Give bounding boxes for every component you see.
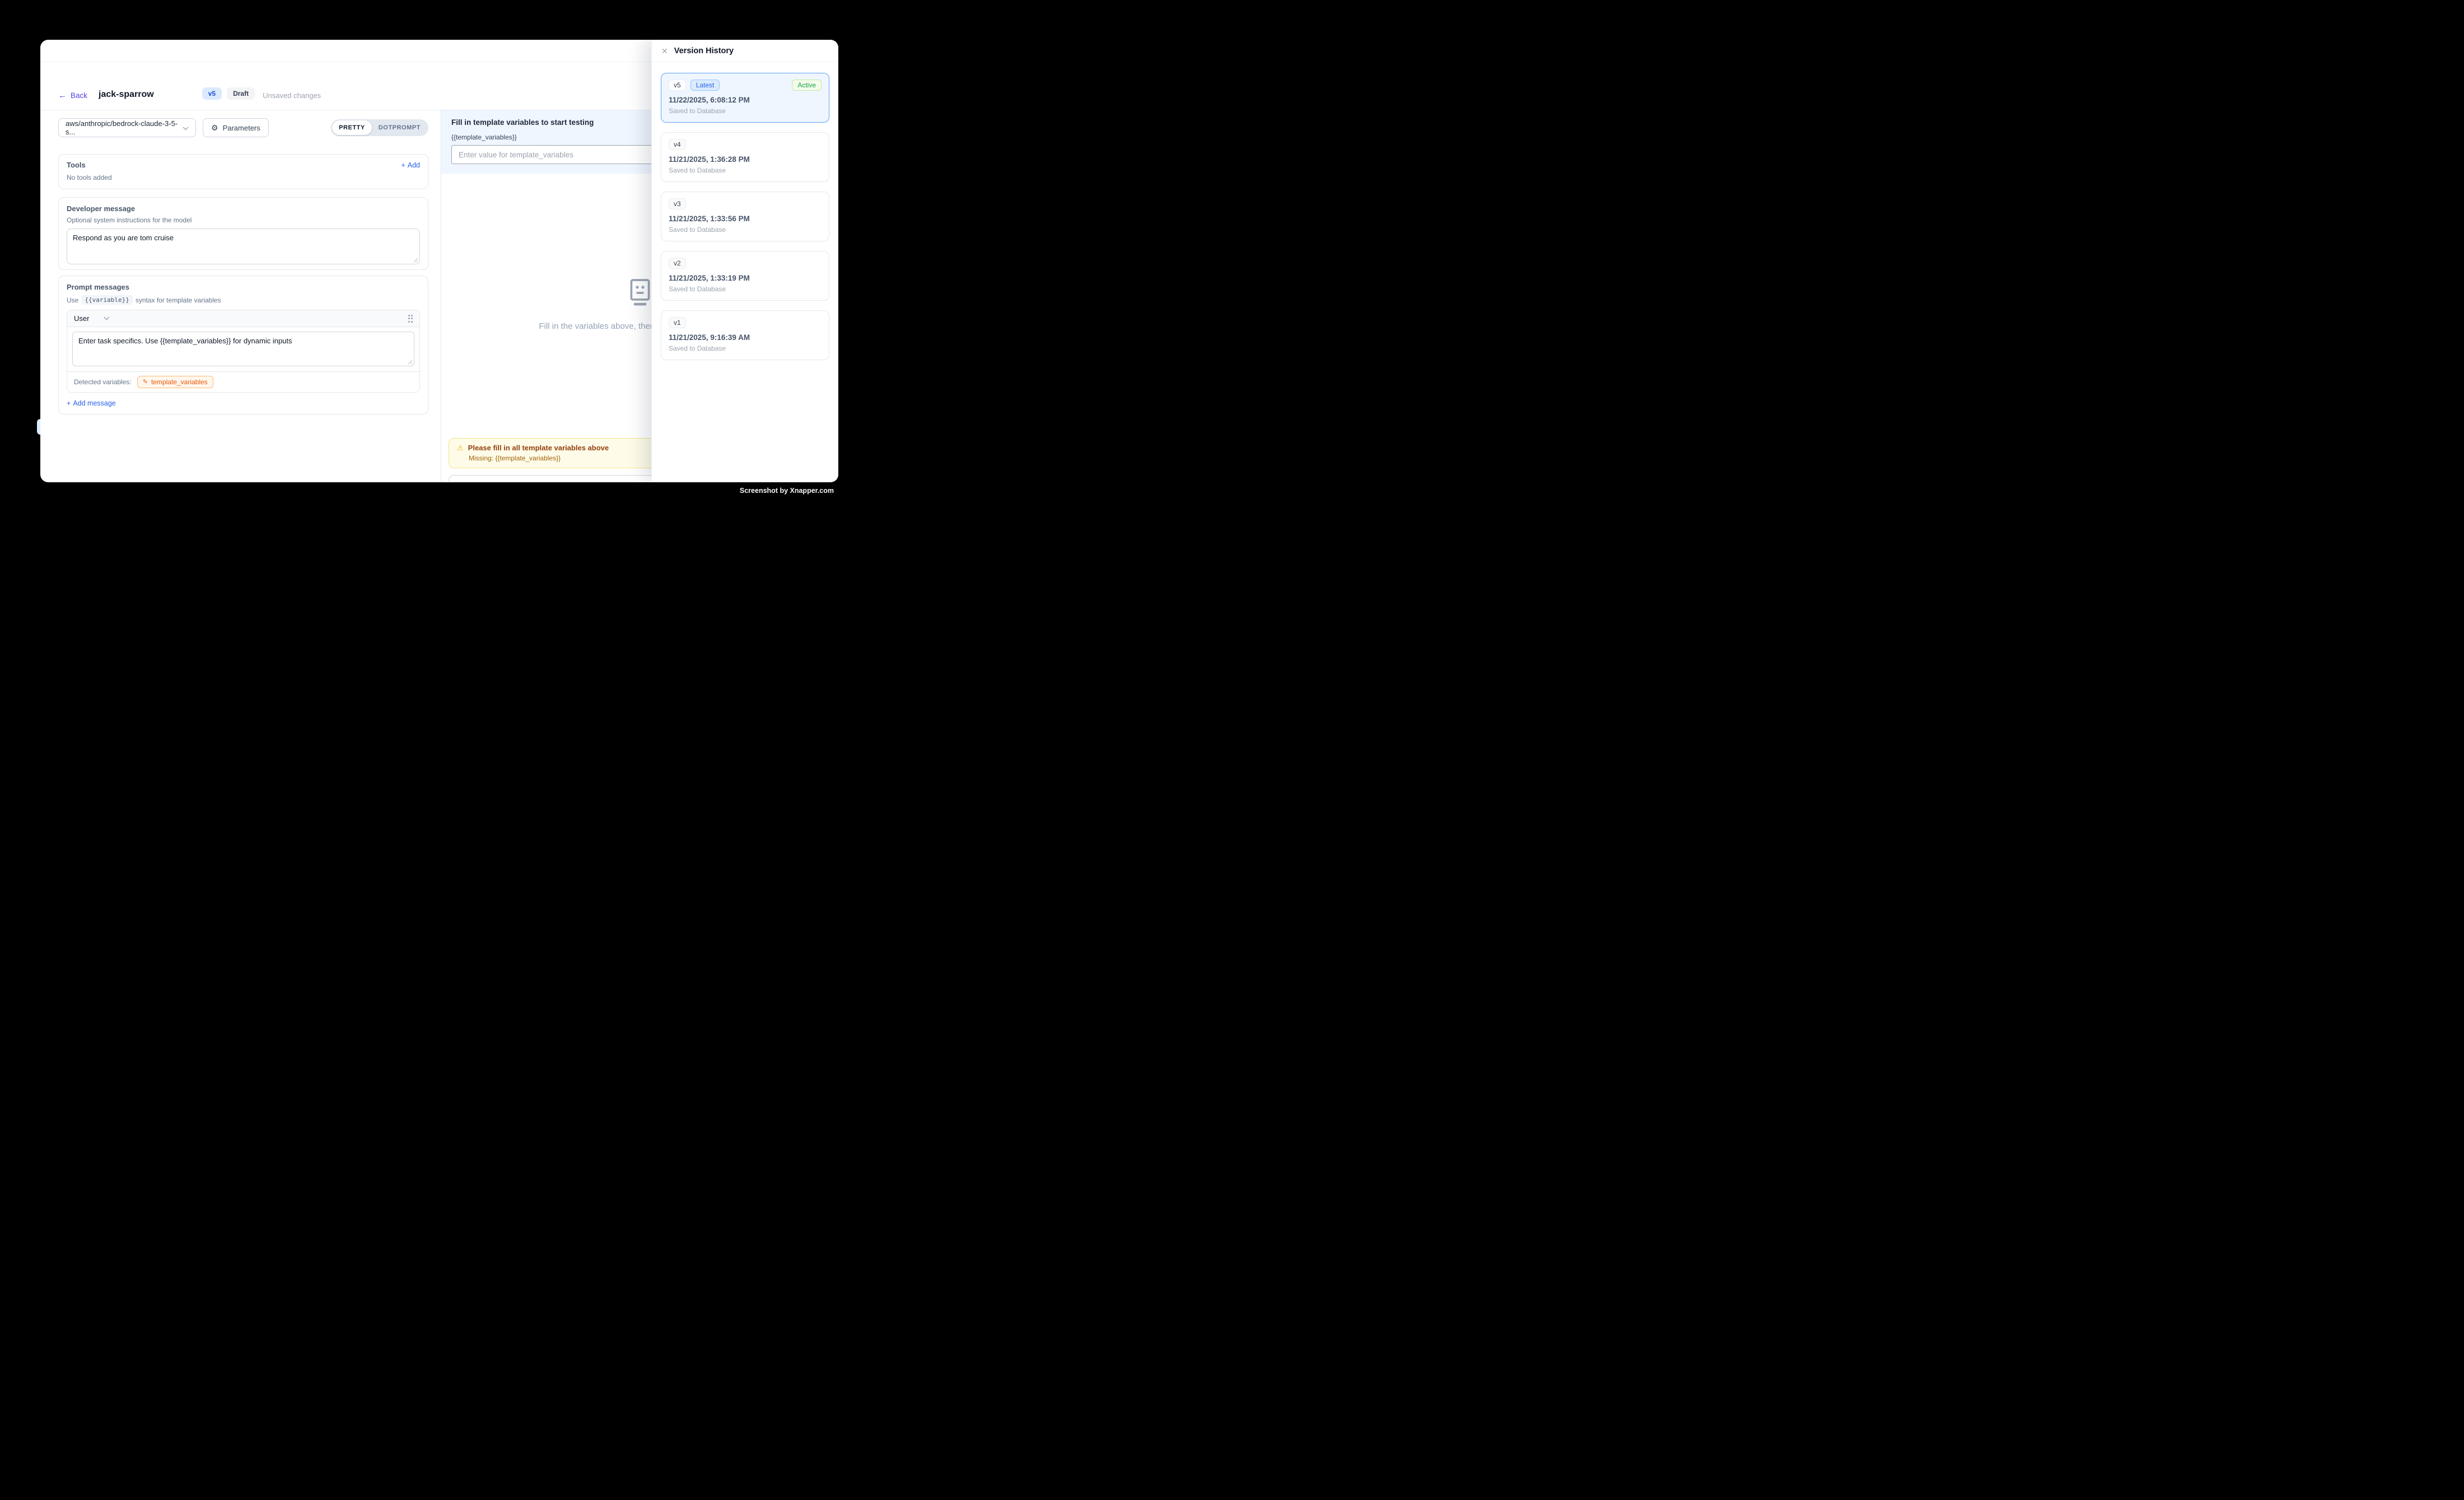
version-id-badge: v1 xyxy=(669,317,686,328)
add-message-button[interactable]: + Add message xyxy=(67,399,420,407)
page-title: jack-sparrow xyxy=(99,90,154,100)
version-id-badge: v3 xyxy=(669,198,686,209)
pencil-icon: ✎ xyxy=(143,379,148,385)
version-card-v2[interactable]: v2 11/21/2025, 1:33:19 PM Saved to Datab… xyxy=(661,251,829,301)
version-timestamp: 11/21/2025, 1:33:19 PM xyxy=(669,274,822,282)
toggle-dotprompt[interactable]: DOTPROMPT xyxy=(372,120,427,135)
detected-variables-label: Detected variables: xyxy=(74,378,132,386)
model-select[interactable]: aws/anthropic/bedrock-claude-3-5-s... xyxy=(58,118,196,137)
model-select-value: aws/anthropic/bedrock-claude-3-5-s... xyxy=(66,119,183,136)
add-tool-label: Add xyxy=(408,161,420,169)
version-id-badge: v5 xyxy=(669,80,686,91)
prompt-messages-title: Prompt messages xyxy=(67,283,420,291)
close-icon[interactable]: ✕ xyxy=(661,47,668,55)
developer-message-subtitle: Optional system instructions for the mod… xyxy=(67,216,420,224)
back-label: Back xyxy=(71,91,87,100)
version-source: Saved to Database xyxy=(669,166,822,174)
parameters-label: Parameters xyxy=(223,124,260,132)
version-badge: v5 xyxy=(202,87,222,100)
version-id-badge: v2 xyxy=(669,258,686,269)
developer-message-section: Developer message Optional system instru… xyxy=(58,197,428,270)
version-timestamp: 11/21/2025, 1:36:28 PM xyxy=(669,155,822,164)
message-input[interactable]: Enter task specifics. Use {{template_var… xyxy=(72,332,414,366)
role-select-value[interactable]: User xyxy=(74,314,89,323)
arrow-left-icon: ← xyxy=(58,91,67,100)
chevron-down-icon xyxy=(183,124,189,132)
plus-icon: + xyxy=(67,399,71,407)
back-button[interactable]: ← Back xyxy=(58,91,87,100)
warning-icon: ⚠ xyxy=(457,444,464,451)
template-syntax-hint: Use {{variable}} syntax for template var… xyxy=(67,295,420,305)
app-window: ← Back jack-sparrow v5 Draft Unsaved cha… xyxy=(40,40,838,482)
active-badge: Active xyxy=(792,80,822,91)
version-id-badge: v4 xyxy=(669,139,686,150)
parameters-button[interactable]: ⚙ Parameters xyxy=(203,118,269,137)
version-history-drawer: ✕ Version History v5 Latest Active 11/22… xyxy=(651,40,838,482)
version-history-title: Version History xyxy=(674,46,734,55)
watermark-text: Screenshot by Xnapper.com xyxy=(740,487,834,495)
version-source: Saved to Database xyxy=(669,285,822,293)
developer-message-title: Developer message xyxy=(67,204,420,213)
version-timestamp: 11/21/2025, 9:16:39 AM xyxy=(669,333,822,342)
warning-title: Please fill in all template variables ab… xyxy=(468,444,609,452)
version-timestamp: 11/22/2025, 6:08:12 PM xyxy=(669,96,822,104)
plus-icon: + xyxy=(401,161,405,169)
version-timestamp: 11/21/2025, 1:33:56 PM xyxy=(669,215,822,223)
variable-code-chip: {{variable}} xyxy=(81,295,132,305)
prompt-editor-pane: aws/anthropic/bedrock-claude-3-5-s... ⚙ … xyxy=(40,110,441,482)
prompt-messages-section: Prompt messages Use {{variable}} syntax … xyxy=(58,276,428,414)
add-tool-button[interactable]: + Add xyxy=(401,161,420,169)
version-history-header: ✕ Version History xyxy=(652,40,838,62)
gear-icon: ⚙ xyxy=(211,124,218,132)
version-card-v5[interactable]: v5 Latest Active 11/22/2025, 6:08:12 PM … xyxy=(661,73,829,123)
version-source: Saved to Database xyxy=(669,226,822,234)
draft-badge: Draft xyxy=(227,87,255,100)
hint-prefix: Use xyxy=(67,296,78,304)
version-source: Saved to Database xyxy=(669,107,822,115)
version-list: v5 Latest Active 11/22/2025, 6:08:12 PM … xyxy=(652,62,838,371)
version-source: Saved to Database xyxy=(669,344,822,352)
message-header: User xyxy=(67,310,419,327)
chevron-down-icon[interactable] xyxy=(104,315,110,322)
version-card-v3[interactable]: v3 11/21/2025, 1:33:56 PM Saved to Datab… xyxy=(661,192,829,241)
tools-section: Tools + Add No tools added xyxy=(58,154,428,189)
latest-badge: Latest xyxy=(690,80,720,91)
toggle-pretty[interactable]: PRETTY xyxy=(332,120,372,135)
developer-message-input[interactable]: Respond as you are tom cruise xyxy=(67,229,420,264)
unsaved-changes-text: Unsaved changes xyxy=(263,91,321,100)
add-message-label: Add message xyxy=(73,399,115,407)
version-card-v4[interactable]: v4 11/21/2025, 1:36:28 PM Saved to Datab… xyxy=(661,132,829,182)
tools-empty-text: No tools added xyxy=(67,174,420,181)
detected-variables-row: Detected variables: ✎ template_variables xyxy=(67,371,419,392)
drag-handle-icon[interactable] xyxy=(408,315,413,323)
variable-name: template_variables xyxy=(151,378,208,386)
hint-suffix: syntax for template variables xyxy=(136,296,221,304)
robot-face-icon xyxy=(628,278,652,306)
tools-title: Tools xyxy=(67,161,86,169)
version-card-v1[interactable]: v1 11/21/2025, 9:16:39 AM Saved to Datab… xyxy=(661,310,829,360)
view-mode-toggle: PRETTY DOTPROMPT xyxy=(331,119,428,136)
variable-badge[interactable]: ✎ template_variables xyxy=(137,376,213,388)
message-block: User Enter task specifics. Use {{templat… xyxy=(67,310,420,393)
